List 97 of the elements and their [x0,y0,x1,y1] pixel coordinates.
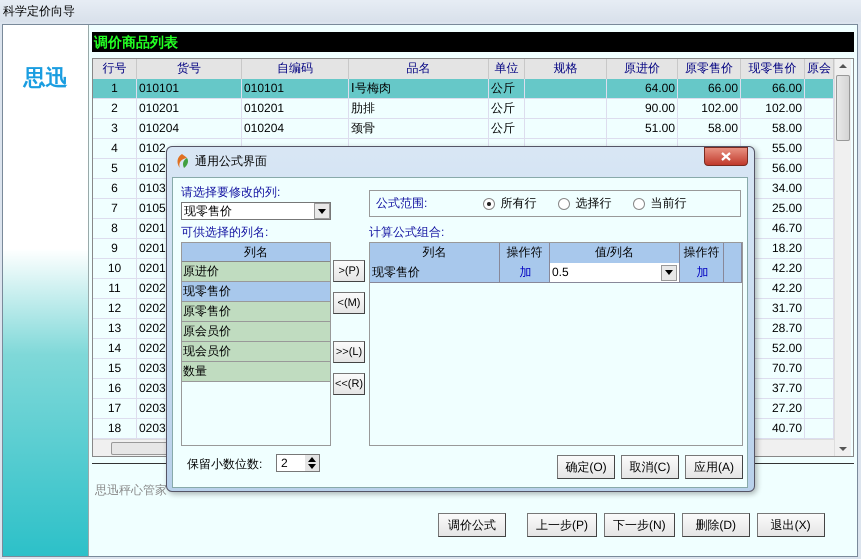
app-logo: 思迅 [24,65,68,93]
spin-arrows-icon[interactable] [305,455,319,471]
table-cell: 66.00 [678,79,741,99]
column-header[interactable]: 原进价 [607,59,678,79]
table-cell: 肋排 [349,99,489,119]
table-cell: 12 [93,299,137,319]
table-cell: 010101 [137,79,242,99]
move-button[interactable]: <(M) [333,292,365,314]
table-cell: 6 [93,179,137,199]
radio-button[interactable] [558,198,570,210]
radio-label[interactable]: 选择行 [575,195,612,212]
table-cell: 11 [93,279,137,299]
vertical-scrollbar[interactable] [834,59,851,456]
close-icon [721,152,731,161]
table-cell: 17 [93,399,137,419]
column-header[interactable]: 自编码 [242,59,349,79]
table-cell: 7 [93,199,137,219]
table-cell: 8 [93,219,137,239]
scroll-down-icon[interactable] [839,447,847,451]
move-button[interactable]: >>(L) [333,341,365,363]
column-header: 操作符 [680,243,724,263]
table-cell: 14 [93,339,137,359]
radio-label[interactable]: 当前行 [650,195,686,212]
decimals-spinner[interactable]: 2 [276,454,320,472]
table-cell: 102.00 [678,99,741,119]
close-button[interactable] [704,147,748,166]
column-dropdown[interactable]: 现零售价 [181,202,331,220]
radio-button[interactable] [483,198,496,210]
column-header: 列名 [182,243,330,262]
list-item[interactable]: 现零售价 [182,282,330,302]
table-cell: 公斤 [489,99,525,119]
move-button[interactable]: >(P) [333,260,365,282]
table-cell: 51.00 [607,119,678,139]
table-cell: 010201 [242,99,349,119]
table-cell: 010204 [137,119,242,139]
wizard-button[interactable]: 调价公式 [438,513,506,537]
table-cell: 1 [93,79,137,99]
table-cell: 64.00 [607,79,678,99]
table-cell: 102.00 [741,99,805,119]
radio-button[interactable] [633,198,646,210]
table-cell: 5 [93,159,137,179]
table-cell: 加 [500,263,550,283]
table-cell [805,79,834,99]
column-header: 操作符 [500,243,550,263]
table-cell: 公斤 [489,119,525,139]
dialog-button[interactable]: 取消(C) [621,455,679,479]
column-header[interactable]: 品名 [349,59,489,79]
column-header[interactable]: 货号 [137,59,242,79]
table-cell: 16 [93,379,137,399]
column-header[interactable]: 现零售价 [741,59,805,79]
window-title: 科学定价向导 [0,0,861,22]
field-label: 计算公式组合: [369,224,444,241]
wizard-button[interactable]: 上一步(P) [527,513,597,537]
column-header[interactable]: 规格 [525,59,607,79]
wizard-button[interactable]: 下一步(N) [604,513,675,537]
table-cell: 010201 [137,99,242,119]
table-cell: 公斤 [489,79,525,99]
table-cell: 010101 [242,79,349,99]
value-dropdown[interactable]: 0.5 [550,263,680,283]
column-header[interactable]: 行号 [93,59,137,79]
column-header[interactable]: 原会 [805,59,834,79]
table-cell: Ⅰ号梅肉 [349,79,489,99]
wizard-button[interactable]: 删除(D) [682,513,750,537]
table-cell: 010204 [242,119,349,139]
table-cell: 13 [93,319,137,339]
dialog-button[interactable]: 应用(A) [685,455,743,479]
dialog-button[interactable]: 确定(O) [557,455,615,479]
list-item[interactable]: 原会员价 [182,322,330,342]
column-header[interactable]: 原零售价 [678,59,741,79]
wizard-button[interactable]: 退出(X) [756,513,825,537]
list-item[interactable]: 数量 [182,362,330,382]
table-cell: 2 [93,99,137,119]
list-item[interactable]: 原零售价 [182,302,330,322]
scroll-up-icon[interactable] [839,64,847,68]
table-cell: 66.00 [741,79,805,99]
app-icon [175,153,189,169]
table-cell: 4 [93,139,137,159]
table-cell: 现零售价 [370,263,500,283]
scope-label: 公式范围: [376,195,428,212]
table-cell: 3 [93,119,137,139]
table-cell: 90.00 [607,99,678,119]
column-header: 值/列名 [550,243,680,263]
table-cell: 颈骨 [349,119,489,139]
move-button[interactable]: <<(R) [333,373,365,395]
column-header[interactable]: 单位 [489,59,525,79]
table-cell: 9 [93,239,137,259]
list-item[interactable]: 现会员价 [182,342,330,362]
list-item[interactable]: 原进价 [182,262,330,282]
scroll-thumb[interactable] [836,75,850,141]
table-cell: 58.00 [741,119,805,139]
table-cell: 10 [93,259,137,279]
table-cell: 15 [93,359,137,379]
list-title: 调价商品列表 [92,32,854,52]
table-cell: 58.00 [678,119,741,139]
column-header: 列名 [370,243,500,263]
radio-label[interactable]: 所有行 [500,195,536,212]
table-cell: 加 [680,263,724,283]
